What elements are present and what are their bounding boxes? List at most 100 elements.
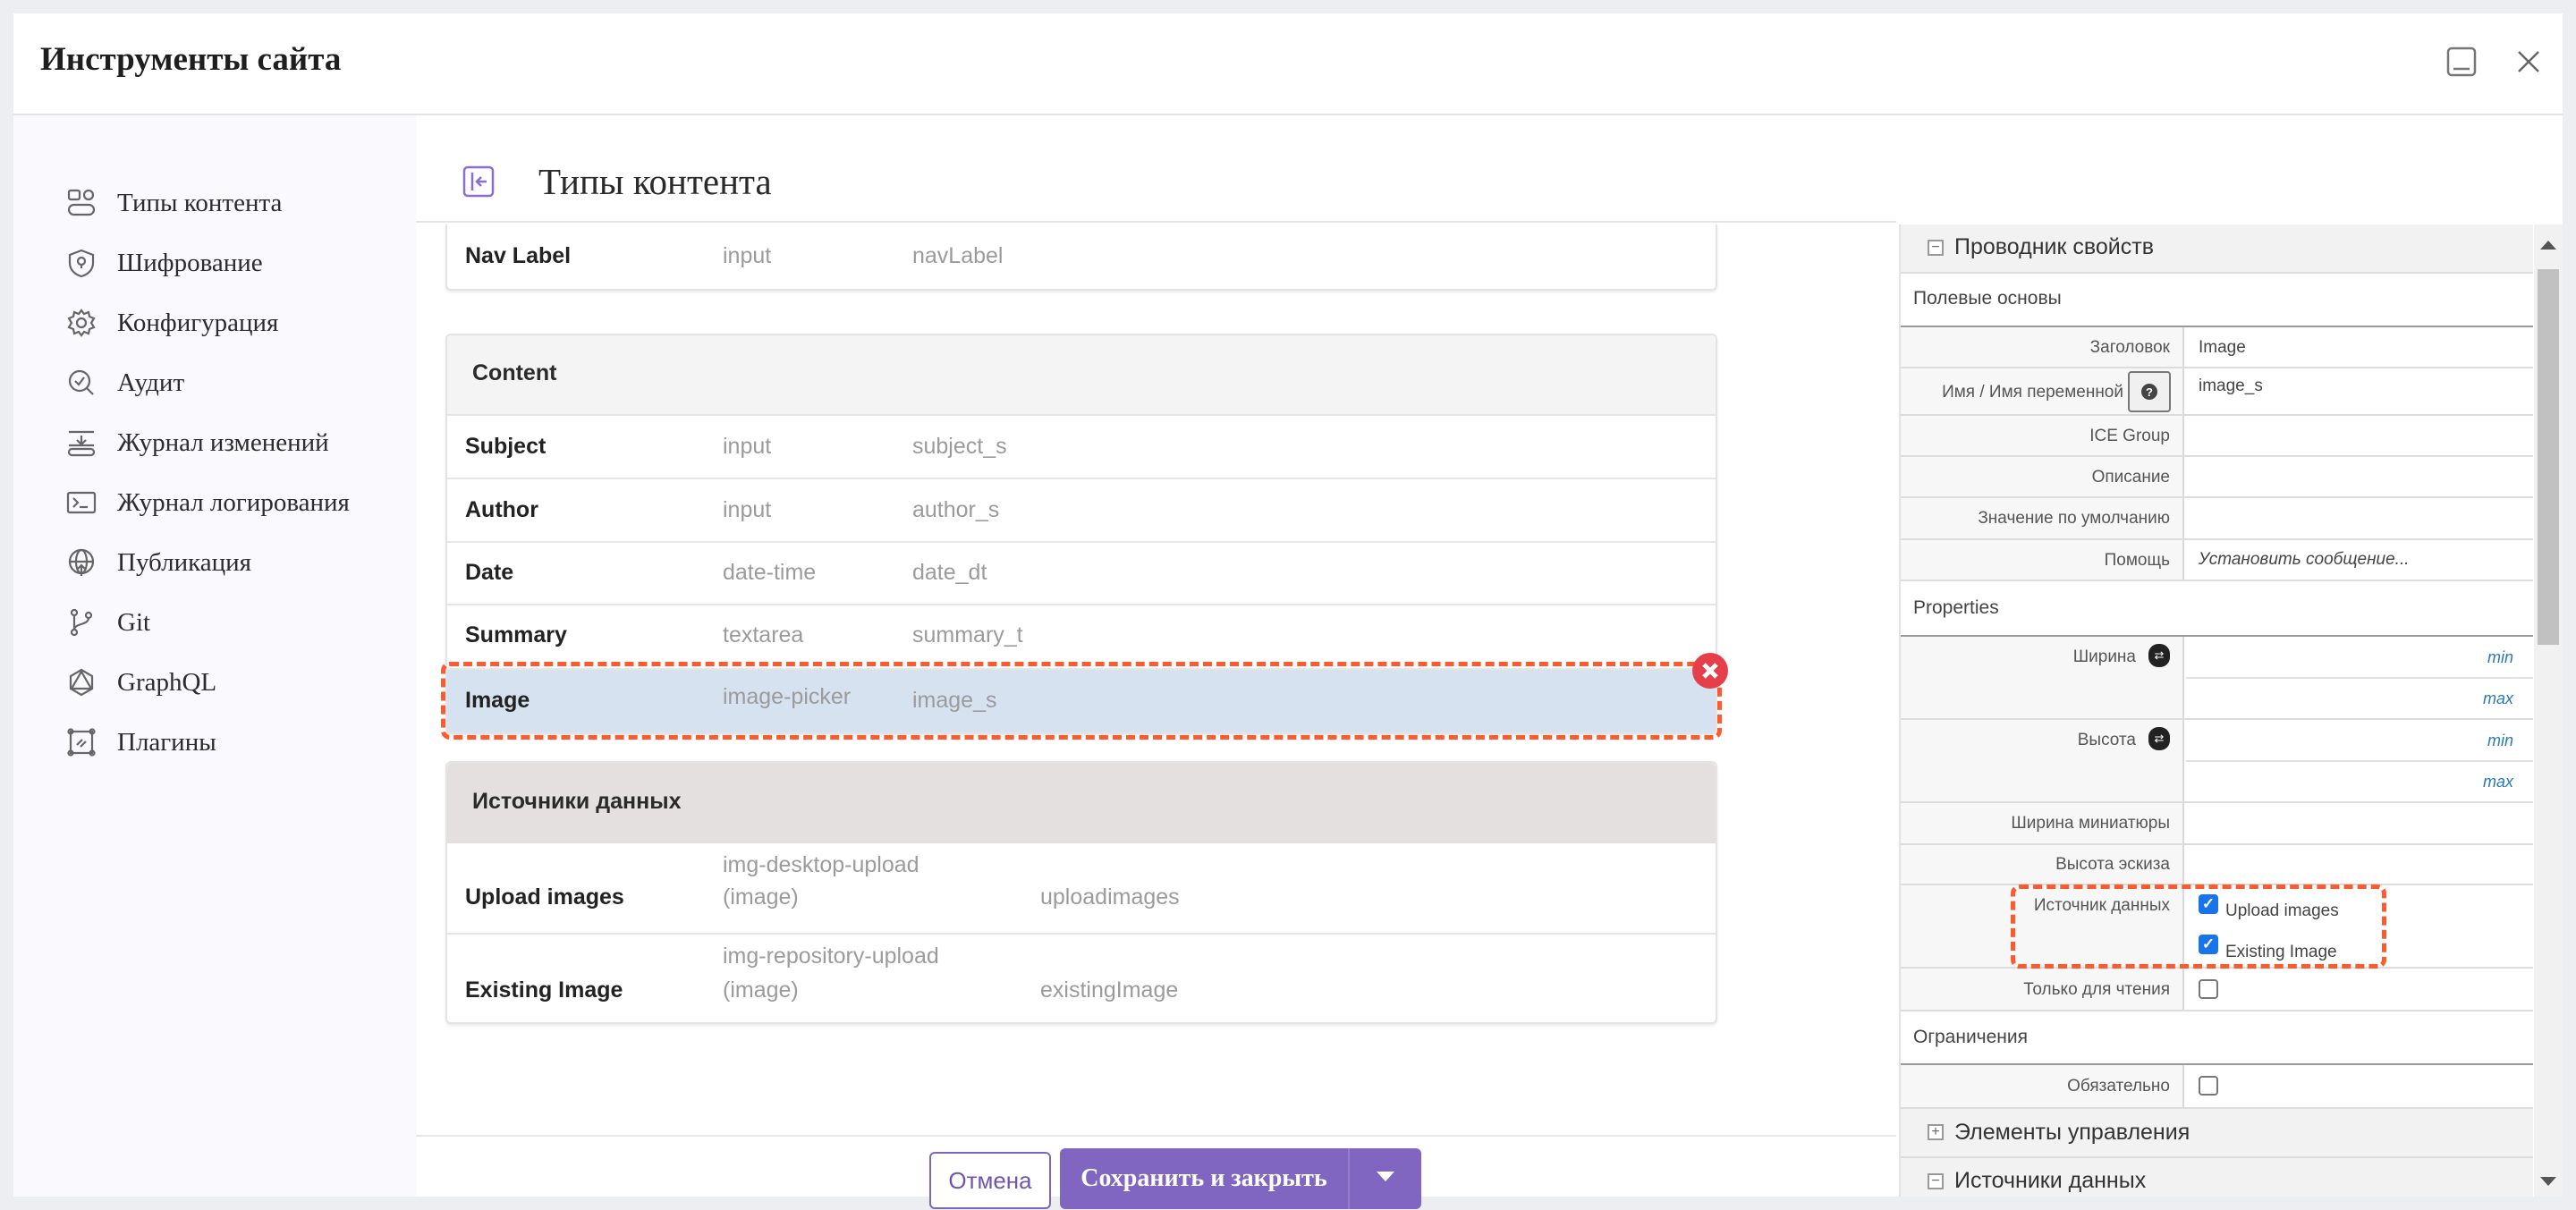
- field-id: image_s: [912, 688, 997, 713]
- datasource-row[interactable]: Upload images img-desktop-upload (image)…: [447, 843, 1716, 933]
- checkbox-required[interactable]: [2199, 1076, 2218, 1096]
- width-max-input[interactable]: max: [2186, 679, 2533, 720]
- prop-value: Image: [2199, 338, 2246, 357]
- field-type: input: [723, 433, 772, 459]
- datasource-type: img-desktop-upload: [723, 852, 919, 877]
- sidebar-item-logging[interactable]: Журнал логирования: [65, 480, 350, 525]
- properties-explorer-header[interactable]: − Проводник свойств: [1901, 224, 2533, 272]
- git-branch-icon: [65, 606, 97, 639]
- prop-row-height: Высота ⇄ min max: [1901, 718, 2533, 801]
- properties-panel: − Проводник свойств Полевые основы Загол…: [1899, 224, 2534, 1197]
- field-id: navLabel: [912, 243, 1004, 268]
- prop-label: Только для чтения: [2023, 980, 2170, 999]
- accordion-controls[interactable]: + Элементы управления: [1901, 1107, 2533, 1156]
- group-header[interactable]: Источники данных: [447, 763, 1716, 843]
- title-input[interactable]: Image: [2186, 327, 2533, 367]
- checkbox-label: Upload images: [2225, 901, 2339, 920]
- expand-icon: +: [1928, 1124, 1944, 1140]
- checkbox-upload-images[interactable]: ✓: [2199, 894, 2218, 914]
- prop-row-datasource: Источник данных ✓ Upload images ✓ Existi…: [1901, 884, 2533, 967]
- accordion-datasources[interactable]: − Источники данных: [1901, 1156, 2533, 1197]
- sidebar-item-label: Git: [117, 607, 151, 637]
- swap-icon[interactable]: ⇄: [2148, 727, 2170, 750]
- minimize-icon[interactable]: [2442, 42, 2481, 81]
- description-input[interactable]: [2186, 457, 2533, 496]
- sidebar-item-label: Журнал логирования: [117, 487, 350, 517]
- audit-search-icon: [65, 367, 97, 399]
- section-properties: Properties: [1901, 580, 2533, 635]
- group-title: Content: [472, 360, 557, 385]
- sidebar-item-graphql[interactable]: GraphQL: [65, 660, 216, 705]
- save-and-close-button[interactable]: Сохранить и закрыть: [1060, 1148, 1348, 1209]
- field-type: textarea: [723, 622, 804, 647]
- datasource-type: img-repository-upload: [723, 943, 939, 969]
- default-value-input[interactable]: [2186, 498, 2533, 538]
- sidebar-item-changelog[interactable]: Журнал изменений: [65, 420, 329, 465]
- gear-icon: [65, 307, 97, 339]
- panel-scrollbar[interactable]: [2534, 224, 2563, 1197]
- prop-row-thumb-height: Высота эскиза: [1901, 843, 2533, 884]
- sidebar-item-configuration[interactable]: Конфигурация: [65, 300, 278, 345]
- scroll-down-icon[interactable]: [2540, 1177, 2556, 1186]
- sidebar-item-plugins[interactable]: Плагины: [65, 720, 216, 765]
- datasource-row[interactable]: Existing Image img-repository-upload (im…: [447, 933, 1716, 1022]
- section-title: Ограничения: [1913, 1027, 2028, 1047]
- variable-name-input[interactable]: image_s: [2186, 368, 2533, 414]
- scroll-up-icon[interactable]: [2540, 241, 2556, 250]
- scroll-thumb[interactable]: [2538, 269, 2559, 645]
- changelog-icon: [65, 427, 97, 459]
- prop-row-width: Ширина ⇄ min max: [1901, 635, 2533, 718]
- collapse-sidebar-icon[interactable]: [462, 165, 495, 198]
- field-row-selected[interactable]: Image image-picker image_s: [447, 668, 1716, 732]
- prop-value: image_s: [2199, 377, 2263, 395]
- remove-field-icon[interactable]: [1692, 653, 1728, 689]
- field-name: Author: [465, 496, 538, 522]
- help-input[interactable]: Установить сообщение...: [2186, 540, 2533, 580]
- sidebar-item-encryption[interactable]: Шифрование: [65, 241, 263, 285]
- help-button[interactable]: ?: [2128, 371, 2171, 412]
- field-row[interactable]: Author input author_s: [447, 478, 1716, 541]
- swap-icon[interactable]: ⇄: [2148, 644, 2170, 667]
- width-min-input[interactable]: min: [2186, 637, 2533, 678]
- sidebar-item-audit[interactable]: Аудит: [65, 360, 184, 405]
- group-header[interactable]: Content: [447, 335, 1716, 414]
- datasources-group-card: Источники данных Upload images img-deskt…: [445, 761, 1717, 1024]
- prop-row-default: Значение по умолчанию: [1901, 496, 2533, 538]
- sidebar-item-content-types[interactable]: Типы контента: [65, 181, 282, 225]
- prop-label: Имя / Имя переменной: [1942, 383, 2123, 402]
- field-row[interactable]: Summary textarea summary_t: [447, 604, 1716, 666]
- sidebar-item-label: Шифрование: [117, 248, 263, 277]
- close-icon[interactable]: [2509, 42, 2548, 81]
- thumb-width-input[interactable]: [2186, 803, 2533, 843]
- main-header: Типы контента: [416, 115, 1896, 223]
- content-types-icon: [65, 187, 97, 219]
- nav-label-card: Nav Label input navLabel: [445, 224, 1717, 291]
- save-options-dropdown[interactable]: [1348, 1148, 1421, 1209]
- prop-row-description: Описание: [1901, 455, 2533, 496]
- field-type: input: [723, 496, 772, 522]
- sidebar-item-label: Типы контента: [117, 188, 283, 217]
- datasource-type-kind: (image): [723, 884, 799, 910]
- prop-label: Высота: [2077, 731, 2136, 749]
- section-title: Properties: [1913, 597, 1999, 618]
- cancel-button[interactable]: Отмена: [929, 1152, 1051, 1209]
- height-min-input[interactable]: min: [2186, 720, 2533, 761]
- prop-label: Заголовок: [2089, 338, 2170, 357]
- sidebar-item-publishing[interactable]: Публикация: [65, 540, 251, 585]
- checkbox-readonly[interactable]: [2199, 979, 2218, 999]
- datasource-id: uploadimages: [1040, 884, 1180, 910]
- checkbox-existing-image[interactable]: ✓: [2199, 935, 2218, 954]
- field-id: author_s: [912, 496, 1000, 522]
- datasource-type-kind: (image): [723, 977, 799, 1003]
- field-row[interactable]: Date date-time date_dt: [447, 541, 1716, 604]
- field-row[interactable]: Subject input subject_s: [447, 414, 1716, 478]
- sidebar-item-label: Журнал изменений: [117, 427, 329, 457]
- ice-group-input[interactable]: [2186, 416, 2533, 455]
- field-type: image-picker: [723, 684, 852, 709]
- field-row[interactable]: Nav Label input navLabel: [447, 224, 1716, 289]
- sidebar-item-git[interactable]: Git: [65, 600, 150, 645]
- thumb-height-input[interactable]: [2186, 845, 2533, 884]
- sidebar-item-label: Публикация: [117, 547, 251, 577]
- height-max-input[interactable]: max: [2186, 762, 2533, 803]
- accordion-label: Источники данных: [1954, 1168, 2147, 1193]
